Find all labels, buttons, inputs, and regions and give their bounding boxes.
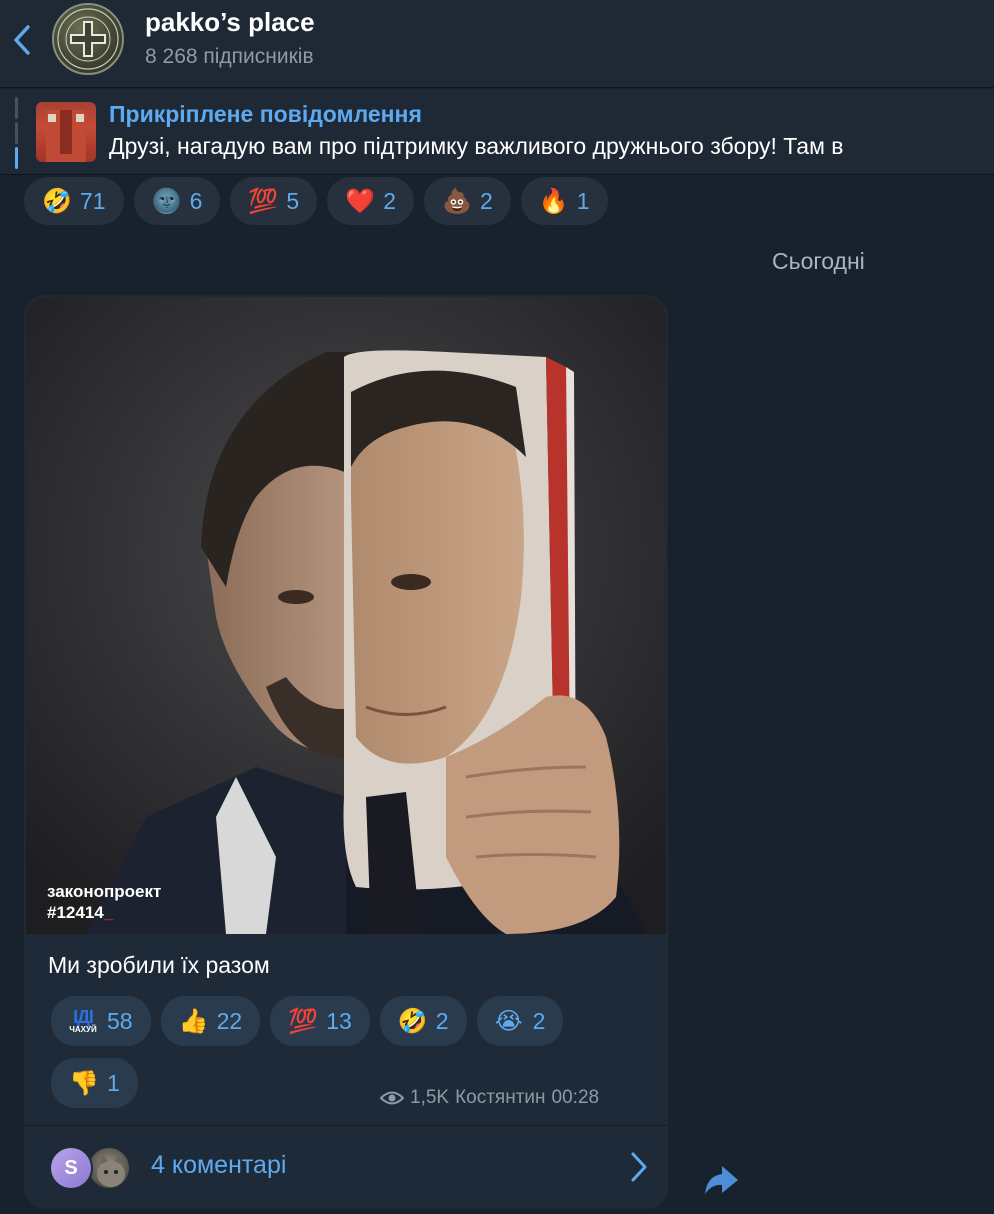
message-bubble: законопроект #12414_ Ми зробили їх разом…	[24, 295, 668, 1209]
subscriber-count: 8 268 підписників	[145, 45, 314, 68]
poop-emoji-icon: 💩	[441, 187, 472, 215]
reaction-count: 2	[532, 1007, 546, 1034]
reaction-chip[interactable]: 💩 2	[423, 177, 511, 225]
reaction-count: 1	[107, 1069, 120, 1096]
reaction-chip[interactable]: 👍 22	[160, 996, 261, 1046]
thumbs-down-emoji-icon: 👎	[69, 1069, 99, 1097]
view-count: 1,5K	[410, 1087, 450, 1108]
pinned-thumbnail	[36, 102, 96, 162]
previous-message-reactions: 🤣 71 🌚 6 💯 5 ❤️ 2 💩 2 🔥 1	[24, 177, 608, 225]
reaction-chip[interactable]: 🤣 71	[24, 177, 124, 225]
reaction-chip[interactable]: 🤣 2	[379, 996, 467, 1046]
reaction-count: 5	[286, 187, 300, 214]
comments-count: 4 коментарі	[151, 1151, 287, 1179]
cross-logo-icon	[57, 8, 119, 70]
reaction-count: 22	[216, 1007, 243, 1034]
commenter-avatar-cat	[87, 1146, 131, 1190]
reaction-count: 58	[107, 1007, 133, 1034]
eye-icon	[380, 1091, 404, 1105]
reaction-count: 13	[326, 1007, 352, 1034]
pinned-title[interactable]: Прикріплене повідомлення	[109, 101, 422, 128]
hundred-emoji-icon: 💯	[288, 1007, 319, 1035]
heart-emoji-icon: ❤️	[345, 187, 376, 215]
share-button[interactable]	[700, 1158, 744, 1202]
reaction-chip[interactable]: 💯 5	[230, 177, 318, 225]
moon-face-emoji-icon: 🌚	[151, 187, 182, 215]
photo-label: законопроект #12414_	[47, 882, 162, 922]
custom-trident-emoji-icon: ІДІ ЧАХУЙ	[69, 1007, 97, 1034]
hundred-emoji-icon: 💯	[248, 187, 279, 215]
message-caption: Ми зробили їх разом	[48, 952, 270, 978]
reaction-count: 1	[576, 187, 590, 214]
reaction-chip[interactable]: 🔥 1	[520, 177, 608, 225]
photo-illustration	[26, 297, 666, 934]
message-meta: 1,5K Костянтин 00:28	[380, 1087, 599, 1109]
share-arrow-icon	[705, 1166, 738, 1194]
rofl-emoji-icon: 🤣	[42, 187, 72, 215]
post-time: 00:28	[551, 1087, 600, 1108]
comments-button[interactable]: S 4 коментарі	[24, 1126, 668, 1209]
reaction-chip[interactable]: ❤️ 2	[327, 177, 414, 225]
reaction-count: 6	[189, 187, 203, 214]
chevron-left-icon	[14, 25, 30, 55]
reaction-count: 2	[479, 187, 493, 214]
reaction-chip[interactable]: 😭 2	[476, 996, 564, 1046]
commenter-avatar: S	[49, 1146, 93, 1190]
reaction-count: 2	[383, 187, 396, 214]
date-separator: Сьогодні	[772, 248, 865, 274]
chevron-right-icon	[631, 1152, 647, 1182]
message-photo[interactable]: законопроект #12414_	[26, 297, 666, 934]
reaction-chip[interactable]: 💯 13	[270, 996, 370, 1046]
reaction-count: 2	[435, 1007, 449, 1034]
thumbs-up-emoji-icon: 👍	[178, 1007, 209, 1035]
reaction-count: 71	[80, 187, 106, 214]
channel-avatar[interactable]	[52, 3, 124, 75]
reaction-chip[interactable]: 👎 1	[51, 1058, 138, 1108]
chat-header: pakko’s place 8 268 підписників	[0, 0, 994, 88]
back-button[interactable]	[8, 20, 36, 60]
crying-emoji-icon: 😭	[494, 1007, 523, 1035]
post-author: Костянтин	[455, 1087, 546, 1108]
rofl-emoji-icon: 🤣	[397, 1007, 428, 1035]
pinned-indicator	[15, 97, 19, 169]
channel-name[interactable]: pakko’s place	[145, 7, 315, 38]
reaction-chip[interactable]: 🌚 6	[133, 177, 221, 225]
pinned-text[interactable]: Друзі, нагадую вам про підтримку важливо…	[109, 133, 994, 160]
fire-emoji-icon: 🔥	[538, 187, 569, 215]
reaction-chip[interactable]: ІДІ ЧАХУЙ 58	[51, 996, 151, 1046]
